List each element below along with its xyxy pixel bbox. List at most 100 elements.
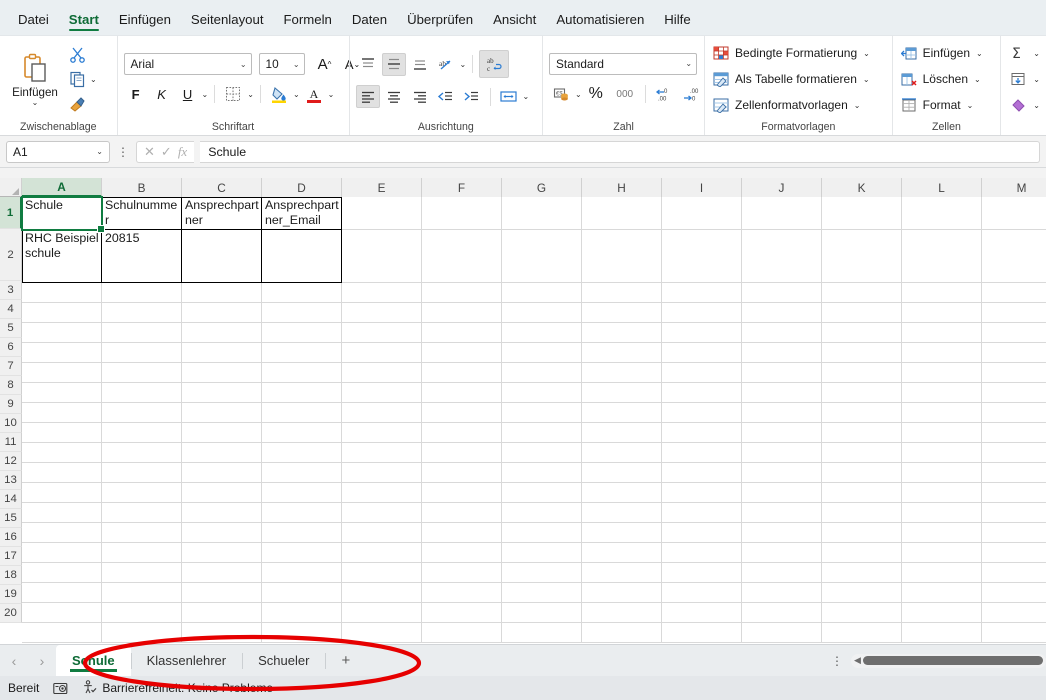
merge-and-center-button[interactable]: ⌄ [497,85,529,108]
column-header-i[interactable]: I [662,178,742,197]
column-header-m[interactable]: M [982,178,1046,197]
increase-font-size-button[interactable]: A ^ [313,53,337,76]
formula-bar-options-icon[interactable]: ⋮ [116,145,130,159]
chevron-down-icon[interactable]: ⌄ [1033,101,1040,110]
row-header-13[interactable]: 13 [0,471,22,490]
orientation-button[interactable]: ab ⌄ [434,53,467,76]
row-header-1[interactable]: 1 [0,197,22,229]
row-header-9[interactable]: 9 [0,395,22,414]
column-header-b[interactable]: B [102,178,182,197]
align-right-button[interactable] [408,85,432,108]
fill-color-button[interactable]: ⌄ [267,83,300,106]
confirm-icon[interactable]: ✓ [161,144,172,160]
ribbon-tab-daten[interactable]: Daten [342,8,397,35]
row-header-6[interactable]: 6 [0,338,22,357]
chevron-down-icon[interactable]: ⌄ [96,147,103,156]
bold-button[interactable]: F [124,83,148,106]
chevron-down-icon[interactable]: ⌄ [974,75,981,84]
ribbon-tab-ansicht[interactable]: Ansicht [483,8,546,35]
chevron-down-icon[interactable]: ⌄ [293,60,300,69]
sheet-tab-schule[interactable]: Schule [56,644,131,677]
chevron-down-icon[interactable]: ⌄ [200,90,209,99]
number-format-select[interactable]: Standard ⌄ [549,52,698,75]
ribbon-tab-automatisieren[interactable]: Automatisieren [546,8,654,35]
chevron-down-icon[interactable]: ⌄ [245,90,254,99]
row-header-7[interactable]: 7 [0,357,22,376]
column-header-c[interactable]: C [182,178,262,197]
align-middle-button[interactable] [381,52,406,76]
ribbon-tab-seitenlayout[interactable]: Seitenlayout [181,8,274,35]
percent-style-button[interactable]: % [583,83,609,106]
row-header-3[interactable]: 3 [0,281,22,300]
ribbon-tab-ueberpruefen[interactable]: Überprüfen [397,8,483,35]
chevron-down-icon[interactable]: ⌄ [291,90,300,99]
chevron-down-icon[interactable]: ⌄ [88,75,97,84]
column-header-k[interactable]: K [822,178,902,197]
row-header-15[interactable]: 15 [0,509,22,528]
accounting-format-button[interactable]: €$ ⌄ [549,83,582,106]
chevron-down-icon[interactable]: ⌄ [1033,75,1040,84]
ribbon-tab-start[interactable]: Start [59,8,109,35]
paste-button[interactable]: Einfügen ⌄ [6,42,64,116]
select-all-corner[interactable] [0,178,22,197]
accessibility-status[interactable]: Barrierefreiheit: Keine Probleme [82,679,273,697]
chevron-down-icon[interactable]: ⌄ [1033,49,1040,58]
row-header-11[interactable]: 11 [0,433,22,452]
scrollbar-thumb[interactable] [862,656,1043,665]
ribbon-tab-einfuegen[interactable]: Einfügen [109,8,181,35]
name-box[interactable]: A1 ⌄ [6,140,110,163]
column-header-a[interactable]: A [22,178,102,197]
format-cells-button[interactable]: Format ⌄ [899,94,985,116]
borders-button[interactable]: ⌄ [221,83,254,106]
spreadsheet-grid[interactable]: ABCDEFGHIJKLM 1 2 3 4 5 6 7 8 9 10 11 12 13 14 15 16 17 1… [0,178,1046,644]
row-header-19[interactable]: 19 [0,585,22,604]
chevron-down-icon[interactable]: ⌄ [863,75,870,84]
align-bottom-button[interactable] [408,53,432,76]
column-header-h[interactable]: H [582,178,662,197]
cancel-icon[interactable]: ✕ [144,144,155,160]
column-header-g[interactable]: G [502,178,582,197]
row-header-4[interactable]: 4 [0,300,22,319]
align-top-button[interactable] [356,53,380,76]
ribbon-tab-formeln[interactable]: Formeln [274,8,342,35]
row-header-2[interactable]: 2 [0,229,22,281]
increase-decimal-button[interactable]: 0 .00 [651,83,677,106]
font-size-input[interactable]: 10 ⌄ [258,53,305,75]
chevron-down-icon[interactable]: ⌄ [240,60,247,69]
italic-button[interactable]: K [150,83,174,106]
chevron-down-icon[interactable]: ⌄ [326,90,335,99]
row-header-8[interactable]: 8 [0,376,22,395]
chevron-down-icon[interactable]: ⌄ [863,49,870,58]
ribbon-tab-datei[interactable]: Datei [8,8,59,35]
row-header-14[interactable]: 14 [0,490,22,509]
column-header-l[interactable]: L [902,178,982,197]
insert-cells-button[interactable]: Einfügen ⌄ [899,42,985,64]
chevron-down-icon[interactable]: ⌄ [976,49,983,58]
previous-sheet-icon[interactable]: ‹ [0,653,28,669]
chevron-down-icon[interactable]: ⌄ [967,101,974,110]
copy-button[interactable]: ⌄ [66,68,97,90]
chevron-down-icon[interactable]: ⌄ [458,60,467,69]
format-as-table-button[interactable]: Als Tabelle formatieren ⌄ [711,68,872,90]
font-color-button[interactable]: A ⌄ [302,83,335,106]
clear-button[interactable]: ⌄ [1007,94,1040,116]
cell-styles-button[interactable]: Zellenformatvorlagen ⌄ [711,94,872,116]
chevron-down-icon[interactable]: ⌄ [573,90,582,99]
align-center-button[interactable] [382,85,406,108]
wrap-text-button[interactable]: ab c [479,50,510,78]
formula-input[interactable]: Schule [200,140,1040,163]
scroll-left-icon[interactable]: ◀ [854,655,861,666]
chevron-down-icon[interactable]: ⌄ [32,98,39,106]
chevron-down-icon[interactable]: ⌄ [685,59,692,68]
column-header-d[interactable]: D [262,178,342,197]
horizontal-scrollbar[interactable]: ◀ [851,653,1046,668]
sheet-tab-klassenlehrer[interactable]: Klassenlehrer [130,645,243,677]
autosum-button[interactable]: Σ ⌄ [1007,42,1040,64]
row-header-18[interactable]: 18 [0,566,22,585]
row-header-16[interactable]: 16 [0,528,22,547]
column-header-j[interactable]: J [742,178,822,197]
scroll-options-icon[interactable]: ⋮ [831,654,843,668]
row-header-12[interactable]: 12 [0,452,22,471]
insert-function-icon[interactable]: fx [178,144,187,160]
delete-cells-button[interactable]: Löschen ⌄ [899,68,985,90]
